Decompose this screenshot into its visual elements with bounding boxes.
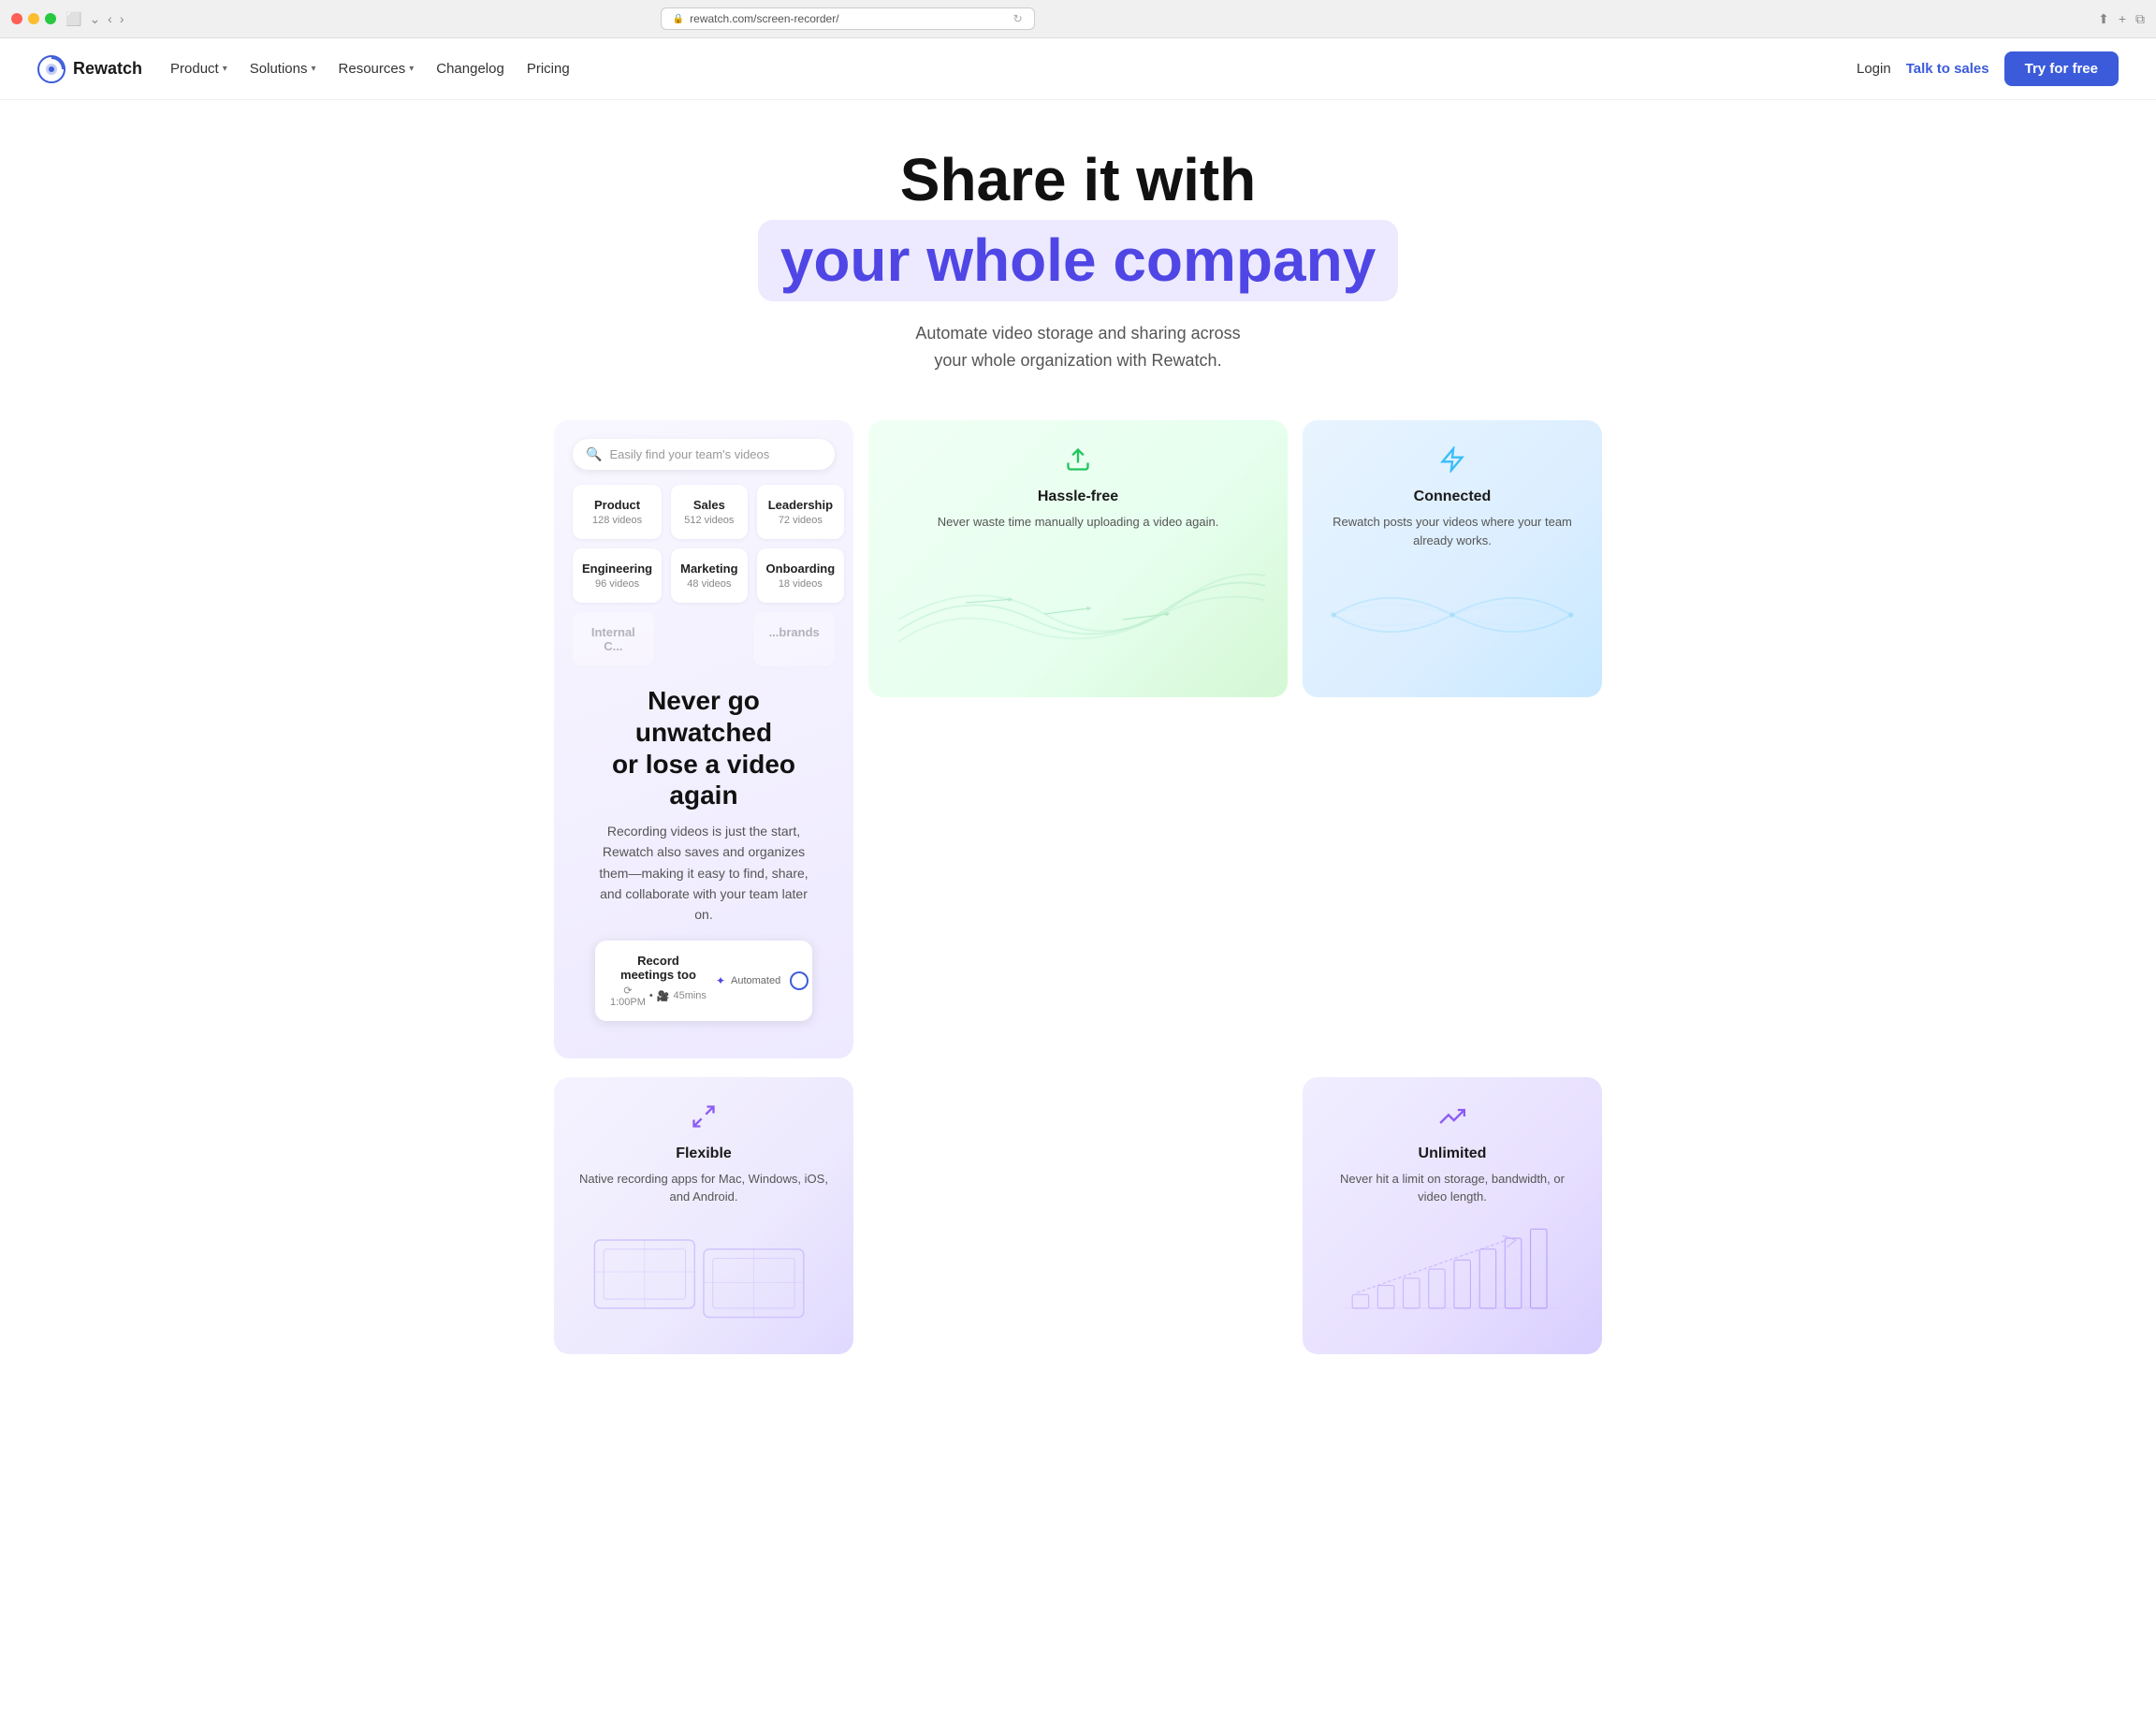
search-bar[interactable]: 🔍 Easily find your team's videos: [573, 439, 835, 470]
hassle-free-title: Hassle-free: [891, 489, 1265, 505]
hassle-free-desc: Never waste time manually uploading a vi…: [891, 513, 1265, 532]
record-duration: 45mins: [673, 990, 706, 1001]
chevron-down-icon: ▾: [311, 64, 315, 74]
feature-grid-row2: Flexible Native recording apps for Mac, …: [517, 1077, 1639, 1392]
mid-title: Never go unwatchedor lose a video again: [595, 685, 812, 810]
traffic-lights: [11, 13, 56, 24]
middle-spacer: [868, 1077, 1288, 1354]
category-marketing[interactable]: Marketing 48 videos: [671, 548, 747, 603]
nav-pricing[interactable]: Pricing: [527, 61, 570, 77]
hero-title: Share it with your whole company: [19, 147, 2137, 301]
category-product[interactable]: Product 128 videos: [573, 485, 662, 539]
flexible-title: Flexible: [576, 1146, 831, 1162]
nav-changelog[interactable]: Changelog: [436, 61, 504, 77]
chevron-down-icon[interactable]: ⌄: [89, 11, 100, 27]
logo[interactable]: Rewatch: [37, 55, 142, 83]
sidebar-icon[interactable]: ⬜: [66, 11, 81, 27]
unlimited-title: Unlimited: [1325, 1146, 1580, 1162]
category-sales[interactable]: Sales 512 videos: [671, 485, 747, 539]
category-leadership[interactable]: Leadership 72 videos: [757, 485, 845, 539]
hero-subtitle: Automate video storage and sharing acros…: [19, 320, 2137, 374]
record-info: Record meetings too ⟳ 1:00PM • 🎥 45mins: [610, 954, 707, 1008]
share-icon[interactable]: ⬆: [2098, 11, 2109, 27]
automated-label: Automated: [731, 975, 780, 986]
connected-illustration: [1325, 559, 1580, 671]
trending-up-icon: [1325, 1103, 1580, 1136]
hero-highlight: your whole company: [758, 220, 1399, 300]
wave-illustration: [891, 541, 1265, 653]
unlimited-card: Unlimited Never hit a limit on storage, …: [1303, 1077, 1602, 1354]
chevron-down-icon: ▾: [223, 64, 227, 74]
close-button[interactable]: [11, 13, 22, 24]
nav-solutions[interactable]: Solutions ▾: [250, 61, 316, 77]
login-button[interactable]: Login: [1857, 61, 1891, 77]
connected-card: Connected Rewatch posts your videos wher…: [1303, 420, 1602, 697]
category-onboarding[interactable]: Onboarding 18 videos: [757, 548, 845, 603]
talk-sales-button[interactable]: Talk to sales: [1906, 61, 1989, 77]
recording-illustration: [576, 1216, 831, 1328]
upload-icon: [891, 446, 1265, 479]
record-time: ⟳ 1:00PM: [610, 985, 646, 1008]
url-text: rewatch.com/screen-recorder/: [690, 12, 838, 25]
chart-illustration: [1325, 1216, 1580, 1328]
navbar: Rewatch Product ▾ Solutions ▾ Resources …: [0, 38, 2156, 100]
connected-desc: Rewatch posts your videos where your tea…: [1325, 513, 1580, 549]
fullscreen-button[interactable]: [45, 13, 56, 24]
expand-icon: [576, 1103, 831, 1136]
video-categories: Product 128 videos Sales 512 videos Lead…: [573, 485, 835, 603]
reload-icon[interactable]: ↻: [1013, 12, 1023, 25]
lock-icon: 🔒: [673, 14, 684, 24]
automated-toggle[interactable]: [790, 971, 808, 990]
category-engineering[interactable]: Engineering 96 videos: [573, 548, 662, 603]
hassle-free-card: Hassle-free Never waste time manually up…: [868, 420, 1288, 697]
address-bar[interactable]: 🔒 rewatch.com/screen-recorder/ ↻: [661, 7, 1035, 30]
lightning-icon: ✦: [716, 974, 725, 987]
tabs-icon[interactable]: ⧉: [2135, 11, 2145, 27]
logo-icon: [37, 55, 66, 83]
hero-section: Share it with your whole company Automat…: [0, 100, 2156, 401]
record-meta: ⟳ 1:00PM • 🎥 45mins: [610, 985, 707, 1008]
search-placeholder: Easily find your team's videos: [609, 447, 769, 461]
new-tab-icon[interactable]: +: [2119, 11, 2126, 27]
record-meetings-card: Record meetings too ⟳ 1:00PM • 🎥 45mins …: [595, 941, 812, 1021]
connected-title: Connected: [1325, 489, 1580, 505]
back-icon[interactable]: ‹: [108, 11, 112, 26]
minimize-button[interactable]: [28, 13, 39, 24]
flexible-card: Flexible Native recording apps for Mac, …: [554, 1077, 853, 1354]
search-icon: 🔍: [586, 446, 602, 462]
library-card: 🔍 Easily find your team's videos Product…: [554, 420, 853, 1058]
toggle-knob: [792, 973, 807, 988]
logo-text: Rewatch: [73, 59, 142, 79]
unlimited-desc: Never hit a limit on storage, bandwidth,…: [1325, 1170, 1580, 1206]
partial-cat-2: ...brands: [753, 612, 835, 666]
try-free-button[interactable]: Try for free: [2004, 51, 2119, 86]
nav-product[interactable]: Product ▾: [170, 61, 227, 77]
record-title: Record meetings too: [610, 954, 707, 982]
chevron-down-icon: ▾: [409, 64, 414, 74]
lightning-icon: [1325, 446, 1580, 479]
nav-links: Product ▾ Solutions ▾ Resources ▾ Change…: [170, 61, 570, 77]
flexible-desc: Native recording apps for Mac, Windows, …: [576, 1170, 831, 1206]
nav-actions: Login Talk to sales Try for free: [1857, 51, 2119, 86]
browser-chrome: ⬜ ⌄ ‹ › 🔒 rewatch.com/screen-recorder/ ↻…: [0, 0, 2156, 38]
forward-icon[interactable]: ›: [120, 11, 124, 26]
feature-grid: Hassle-free Never waste time manually up…: [517, 401, 1639, 1076]
nav-resources[interactable]: Resources ▾: [339, 61, 415, 77]
partial-cat-1: Internal C...: [573, 612, 654, 666]
automated-badge: ✦ Automated: [716, 974, 780, 987]
mid-bottom-section: Never go unwatchedor lose a video again …: [573, 666, 835, 1039]
mid-desc: Recording videos is just the start, Rewa…: [595, 821, 812, 926]
browser-controls: ⬜ ⌄ ‹ ›: [66, 11, 124, 27]
partial-categories: Internal C... ...brands: [573, 612, 835, 666]
video-icon: 🎥: [657, 990, 670, 1002]
browser-actions: ⬆ + ⧉: [2098, 11, 2145, 27]
